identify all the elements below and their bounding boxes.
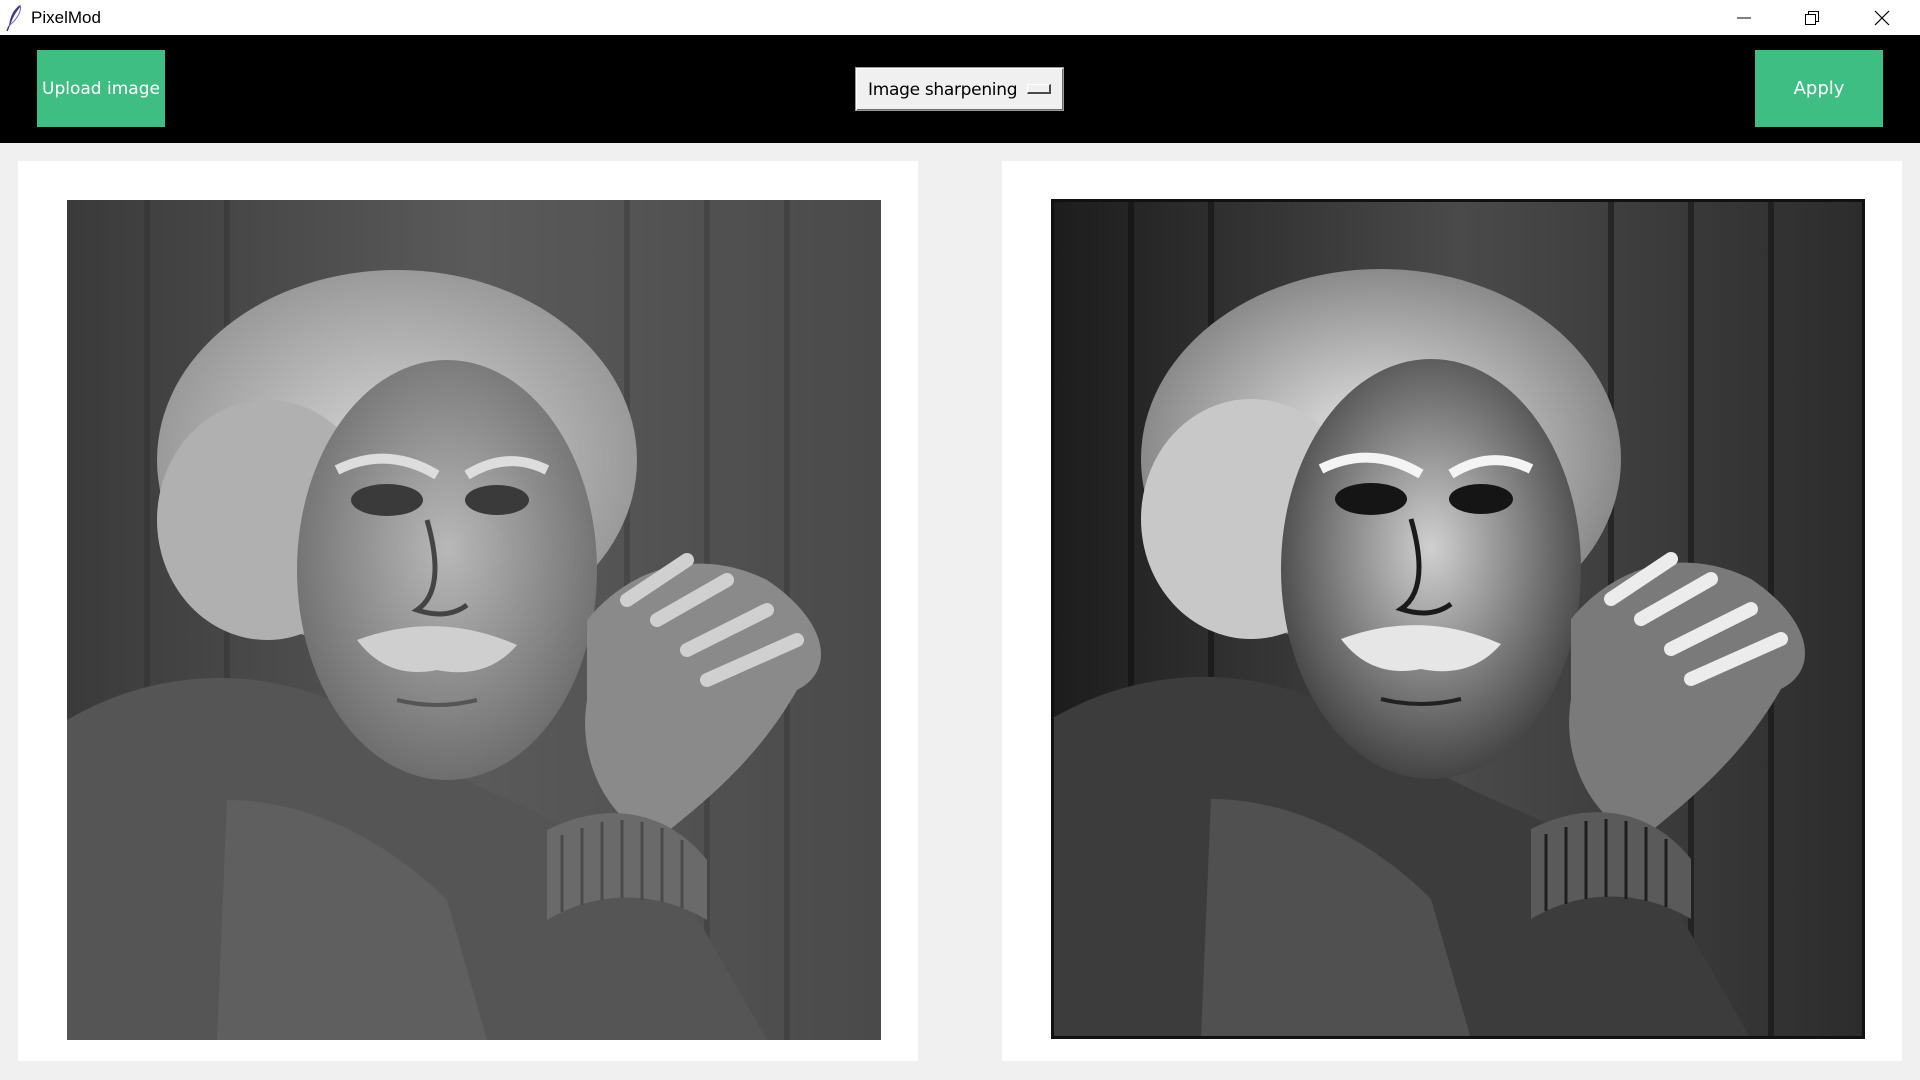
original-image-panel [18,161,918,1061]
restore-icon [1804,10,1820,26]
filter-dropdown[interactable]: Image sharpening [855,67,1064,111]
dropdown-indicator-icon [1027,84,1051,94]
minimize-icon [1736,10,1752,26]
filter-dropdown-value: Image sharpening [868,80,1018,100]
minimize-button[interactable] [1710,0,1778,35]
original-photo [67,200,881,1040]
close-button[interactable] [1848,0,1916,35]
feather-icon [6,4,24,32]
close-icon [1874,10,1890,26]
upload-image-button[interactable]: Upload image [37,50,165,127]
title-bar: PixelMod [0,0,1920,35]
processed-image-panel [1002,161,1902,1061]
apply-button[interactable]: Apply [1755,50,1883,127]
app-window: PixelMod Upload image Image sharpening A… [0,0,1920,1080]
toolbar: Upload image Image sharpening Apply [0,35,1920,143]
sharpened-photo [1051,199,1865,1039]
window-title: PixelMod [31,8,101,27]
restore-button[interactable] [1778,0,1846,35]
